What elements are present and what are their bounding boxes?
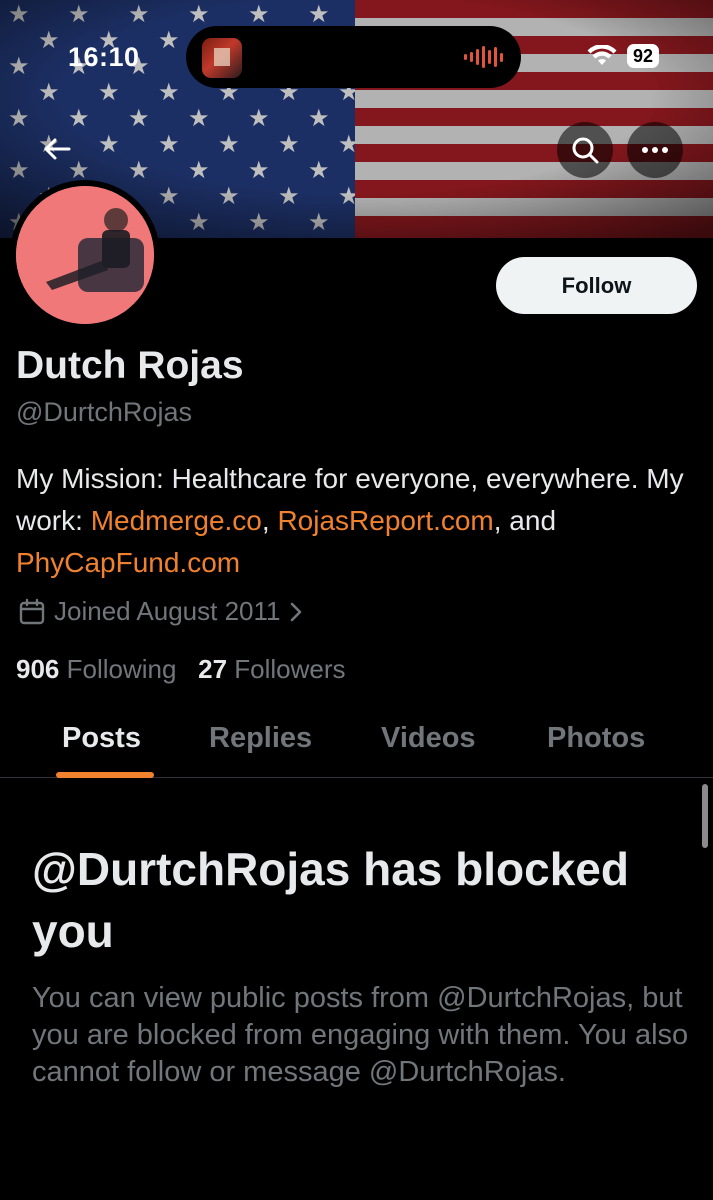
calendar-icon (19, 598, 45, 624)
more-options-button[interactable] (627, 122, 683, 178)
profile-bio: My Mission: Healthcare for everyone, eve… (16, 458, 696, 584)
tab-replies[interactable]: Replies (209, 722, 312, 755)
bio-separator: , (261, 505, 270, 536)
search-icon (572, 137, 599, 164)
chevron-right-icon (291, 602, 302, 621)
joined-label: Joined August 2011 (54, 596, 281, 626)
scrollbar[interactable] (702, 784, 708, 848)
following-label: Following (66, 654, 177, 684)
avatar[interactable] (10, 180, 160, 330)
tab-posts[interactable]: Posts (62, 722, 141, 755)
wifi-icon (587, 45, 617, 65)
followers-label: Followers (234, 654, 346, 684)
avatar-image (16, 186, 154, 324)
status-time: 16:10 (68, 42, 140, 72)
followers-count: 27 (198, 654, 228, 684)
bio-link-medmerge[interactable]: Medmerge.co (91, 505, 262, 536)
blocked-description: You can view public posts from @DurtchRo… (32, 982, 689, 1088)
bio-separator: , and (493, 505, 557, 536)
following-stat[interactable]: 906 Following (16, 654, 176, 684)
back-button[interactable] (30, 122, 84, 176)
profile-stats: 906 Following 27 Followers (16, 654, 346, 685)
joined-date[interactable]: Joined August 2011 (18, 596, 304, 627)
bio-link-phycapfund[interactable]: PhyCapFund.com (16, 547, 240, 578)
blocked-title: @DurtchRojas has blocked you (32, 843, 629, 957)
status-indicators: 92 (587, 44, 659, 68)
battery-indicator: 92 (626, 44, 659, 68)
audio-wave-icon (464, 46, 503, 68)
profile-name: Dutch Rojas (16, 344, 244, 387)
search-button[interactable] (557, 122, 613, 178)
dynamic-island[interactable] (186, 26, 521, 88)
followers-stat[interactable]: 27 Followers (198, 654, 345, 684)
follow-button[interactable]: Follow (496, 257, 697, 314)
profile-handle: @DurtchRojas (16, 397, 192, 427)
ellipsis-icon (642, 147, 668, 153)
tab-photos[interactable]: Photos (547, 722, 645, 755)
tab-videos[interactable]: Videos (381, 722, 476, 755)
now-playing-artwork (202, 38, 242, 78)
avatar-photo-icon (16, 186, 154, 324)
active-tab-indicator (56, 772, 154, 778)
profile-tabs: Posts Replies Videos Photos (0, 712, 713, 778)
bio-link-rojasreport[interactable]: RojasReport.com (277, 505, 493, 536)
arrow-left-icon (44, 138, 71, 160)
following-count: 906 (16, 654, 60, 684)
